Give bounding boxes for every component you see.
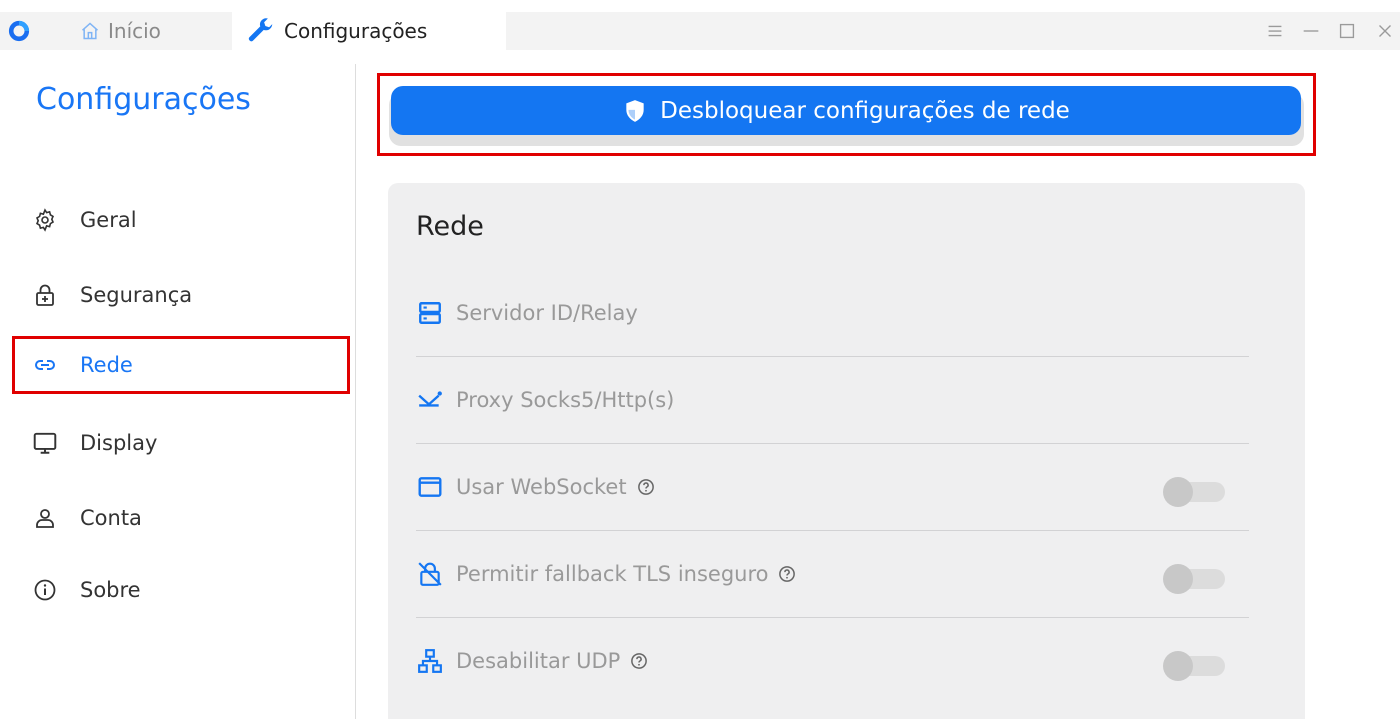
shield-icon: [626, 99, 644, 122]
gear-icon: [32, 207, 58, 233]
user-icon: [32, 505, 58, 531]
link-icon: [32, 352, 58, 378]
row-label: Usar WebSocket: [456, 475, 627, 499]
sidebar-item-sobre[interactable]: Sobre: [12, 561, 350, 619]
minimize-button[interactable]: [1298, 18, 1324, 44]
row-proxy[interactable]: Proxy Socks5/Http(s): [416, 357, 1249, 444]
sidebar-item-conta[interactable]: Conta: [12, 489, 350, 547]
monitor-icon: [32, 430, 58, 456]
sidebar-item-label: Sobre: [80, 578, 141, 602]
lock-off-icon: [416, 560, 444, 588]
help-icon[interactable]: [637, 478, 655, 496]
tab-settings[interactable]: Configurações: [232, 12, 506, 50]
maximize-icon: [1339, 23, 1355, 39]
toggle-knob: [1163, 564, 1193, 594]
card-title: Rede: [416, 211, 484, 242]
network-icon: [416, 647, 444, 675]
title-bar: Início Configurações: [0, 0, 1400, 64]
sidebar-item-label: Segurança: [80, 283, 193, 307]
sidebar-item-label: Rede: [80, 353, 133, 377]
home-icon: [82, 22, 98, 40]
websocket-toggle[interactable]: [1163, 477, 1225, 507]
sidebar-item-display[interactable]: Display: [12, 414, 350, 472]
toggle-knob: [1163, 477, 1193, 507]
sidebar-item-label: Display: [80, 431, 158, 455]
maximize-button[interactable]: [1334, 18, 1360, 44]
help-icon[interactable]: [630, 652, 648, 670]
tab-strip: [0, 12, 1400, 50]
info-icon: [32, 577, 58, 603]
close-icon: [1379, 25, 1391, 37]
tab-settings-label: Configurações: [284, 19, 428, 43]
proxy-icon: [416, 386, 444, 414]
app-logo-icon: [8, 20, 30, 42]
disable-udp-toggle[interactable]: [1163, 651, 1225, 681]
unlock-button-label: Desbloquear configurações de rede: [660, 97, 1070, 124]
row-disable-udp: Desabilitar UDP: [416, 618, 1249, 704]
row-label: Servidor ID/Relay: [456, 301, 638, 325]
row-label: Permitir fallback TLS inseguro: [456, 562, 769, 586]
tab-home-label: Início: [108, 19, 161, 43]
unlock-network-settings-button[interactable]: Desbloquear configurações de rede: [391, 86, 1301, 135]
wrench-icon: [248, 18, 273, 42]
row-label: Desabilitar UDP: [456, 649, 621, 673]
network-card: Rede Servidor ID/Relay Proxy Socks5/Http…: [388, 183, 1305, 719]
sidebar: Configurações Geral Segurança Rede Displ…: [0, 64, 356, 719]
row-insecure-tls-fallback: Permitir fallback TLS inseguro: [416, 531, 1249, 618]
row-websocket: Usar WebSocket: [416, 444, 1249, 531]
sidebar-item-label: Conta: [80, 506, 142, 530]
sidebar-item-seguranca[interactable]: Segurança: [12, 266, 350, 324]
minimize-icon: [1303, 30, 1319, 32]
lock-icon: [32, 282, 58, 308]
close-button[interactable]: [1372, 18, 1398, 44]
row-id-relay-server[interactable]: Servidor ID/Relay: [416, 270, 1249, 357]
toggle-knob: [1163, 651, 1193, 681]
insecure-tls-toggle[interactable]: [1163, 564, 1225, 594]
menu-button[interactable]: [1262, 18, 1288, 44]
menu-icon: [1268, 25, 1282, 37]
sidebar-title: Configurações: [36, 82, 251, 117]
server-icon: [416, 299, 444, 327]
help-icon[interactable]: [778, 565, 796, 583]
window-icon: [416, 473, 444, 501]
sidebar-item-geral[interactable]: Geral: [12, 191, 350, 249]
row-label: Proxy Socks5/Http(s): [456, 388, 675, 412]
sidebar-item-label: Geral: [80, 208, 137, 232]
tab-home[interactable]: Início: [80, 12, 161, 50]
sidebar-item-rede[interactable]: Rede: [12, 336, 350, 394]
